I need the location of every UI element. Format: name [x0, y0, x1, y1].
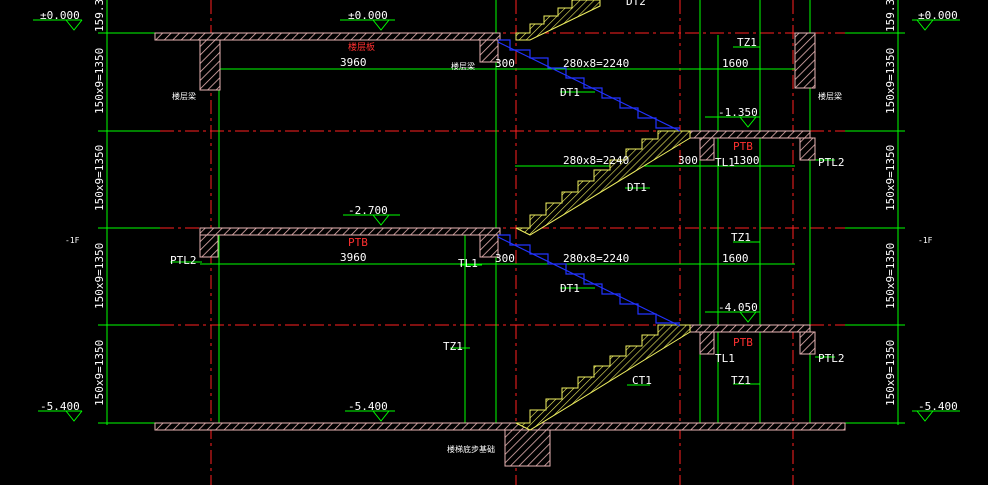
- label-side-right: -1F: [918, 236, 933, 245]
- slabs: [154, 32, 846, 467]
- label-floor-beam-c: 楼层梁: [818, 91, 842, 101]
- dim-300-c: 300: [495, 252, 515, 265]
- dim-1300: 1300: [733, 154, 760, 167]
- dim-flight-right-2: 150x9=1350: [884, 145, 897, 211]
- label-floor-beam-a: 楼层梁: [172, 91, 196, 101]
- elevation-2700: -2.700: [348, 204, 388, 217]
- label-tl1-c: TL1: [715, 352, 735, 365]
- label-dt2: DT2: [626, 0, 646, 8]
- stair-section-drawing: ±0.000 ±0.000 ±0.000 -1.350 -2.700 -4.05…: [33, 0, 960, 485]
- label-floor-beam-b: 楼层梁: [451, 61, 475, 71]
- dim-2240-c: 280x8=2240: [563, 252, 629, 265]
- label-tl1-a: TL1: [715, 156, 735, 169]
- elevation-bottom-left: -5.400: [40, 400, 80, 413]
- dim-flight-left-4: 150x9=1350: [93, 340, 106, 406]
- dim-3960-a: 3960: [340, 56, 367, 69]
- dim-flight-left-3: 150x9=1350: [93, 243, 106, 309]
- label-ptb-a: PTB: [733, 140, 753, 153]
- label-tz1-c: TZ1: [443, 340, 463, 353]
- label-foundation: 楼梯底步基础: [447, 444, 495, 454]
- elevation-4050: -4.050: [718, 301, 758, 314]
- dim-right-top: 159.3: [884, 0, 897, 32]
- dim-flight-left-2: 150x9=1350: [93, 145, 106, 211]
- label-ptl2-b: PTL2: [170, 254, 197, 267]
- label-floor-slab: 楼层板: [348, 41, 375, 53]
- label-ptl2-a: PTL2: [818, 156, 845, 169]
- dim-3960-b: 3960: [340, 251, 367, 264]
- label-ptb-c: PTB: [733, 336, 753, 349]
- dim-1600-a: 1600: [722, 57, 749, 70]
- dim-left-top: 159.3: [93, 0, 106, 32]
- label-ptb-b: PTB: [348, 236, 368, 249]
- dim-flight-left-1: 150x9=1350: [93, 48, 106, 114]
- dim-flight-right-1: 150x9=1350: [884, 48, 897, 114]
- dim-2240-b: 280x8=2240: [563, 154, 629, 167]
- cad-stair-section-canvas: ±0.000 ±0.000 ±0.000 -1.350 -2.700 -4.05…: [0, 0, 988, 485]
- label-dt1-c: DT1: [560, 282, 580, 295]
- elevation-1350: -1.350: [718, 106, 758, 119]
- dim-flight-right-4: 150x9=1350: [884, 340, 897, 406]
- dim-2240-a: 280x8=2240: [563, 57, 629, 70]
- elevation-top-right: ±0.000: [918, 9, 958, 22]
- vertical-axis-lines: [210, 0, 794, 485]
- label-tl1-b: TL1: [458, 257, 478, 270]
- dim-300-a: 300: [495, 57, 515, 70]
- elevation-top-left: ±0.000: [40, 9, 80, 22]
- label-tz1-d: TZ1: [731, 374, 751, 387]
- elevation-bottom-right: -5.400: [918, 400, 958, 413]
- elevation-bottom-mid: -5.400: [348, 400, 388, 413]
- label-ct1: CT1: [632, 374, 652, 387]
- label-tz1-a: TZ1: [737, 36, 757, 49]
- label-tz1-b: TZ1: [731, 231, 751, 244]
- label-ptl2-c: PTL2: [818, 352, 845, 365]
- dim-1600-b: 1600: [722, 252, 749, 265]
- dim-flight-right-3: 150x9=1350: [884, 243, 897, 309]
- dim-300-b: 300: [678, 154, 698, 167]
- label-dt1-b: DT1: [627, 181, 647, 194]
- elevation-top-mid: ±0.000: [348, 9, 388, 22]
- label-dt1-a: DT1: [560, 86, 580, 99]
- label-side-left: -1F: [65, 236, 80, 245]
